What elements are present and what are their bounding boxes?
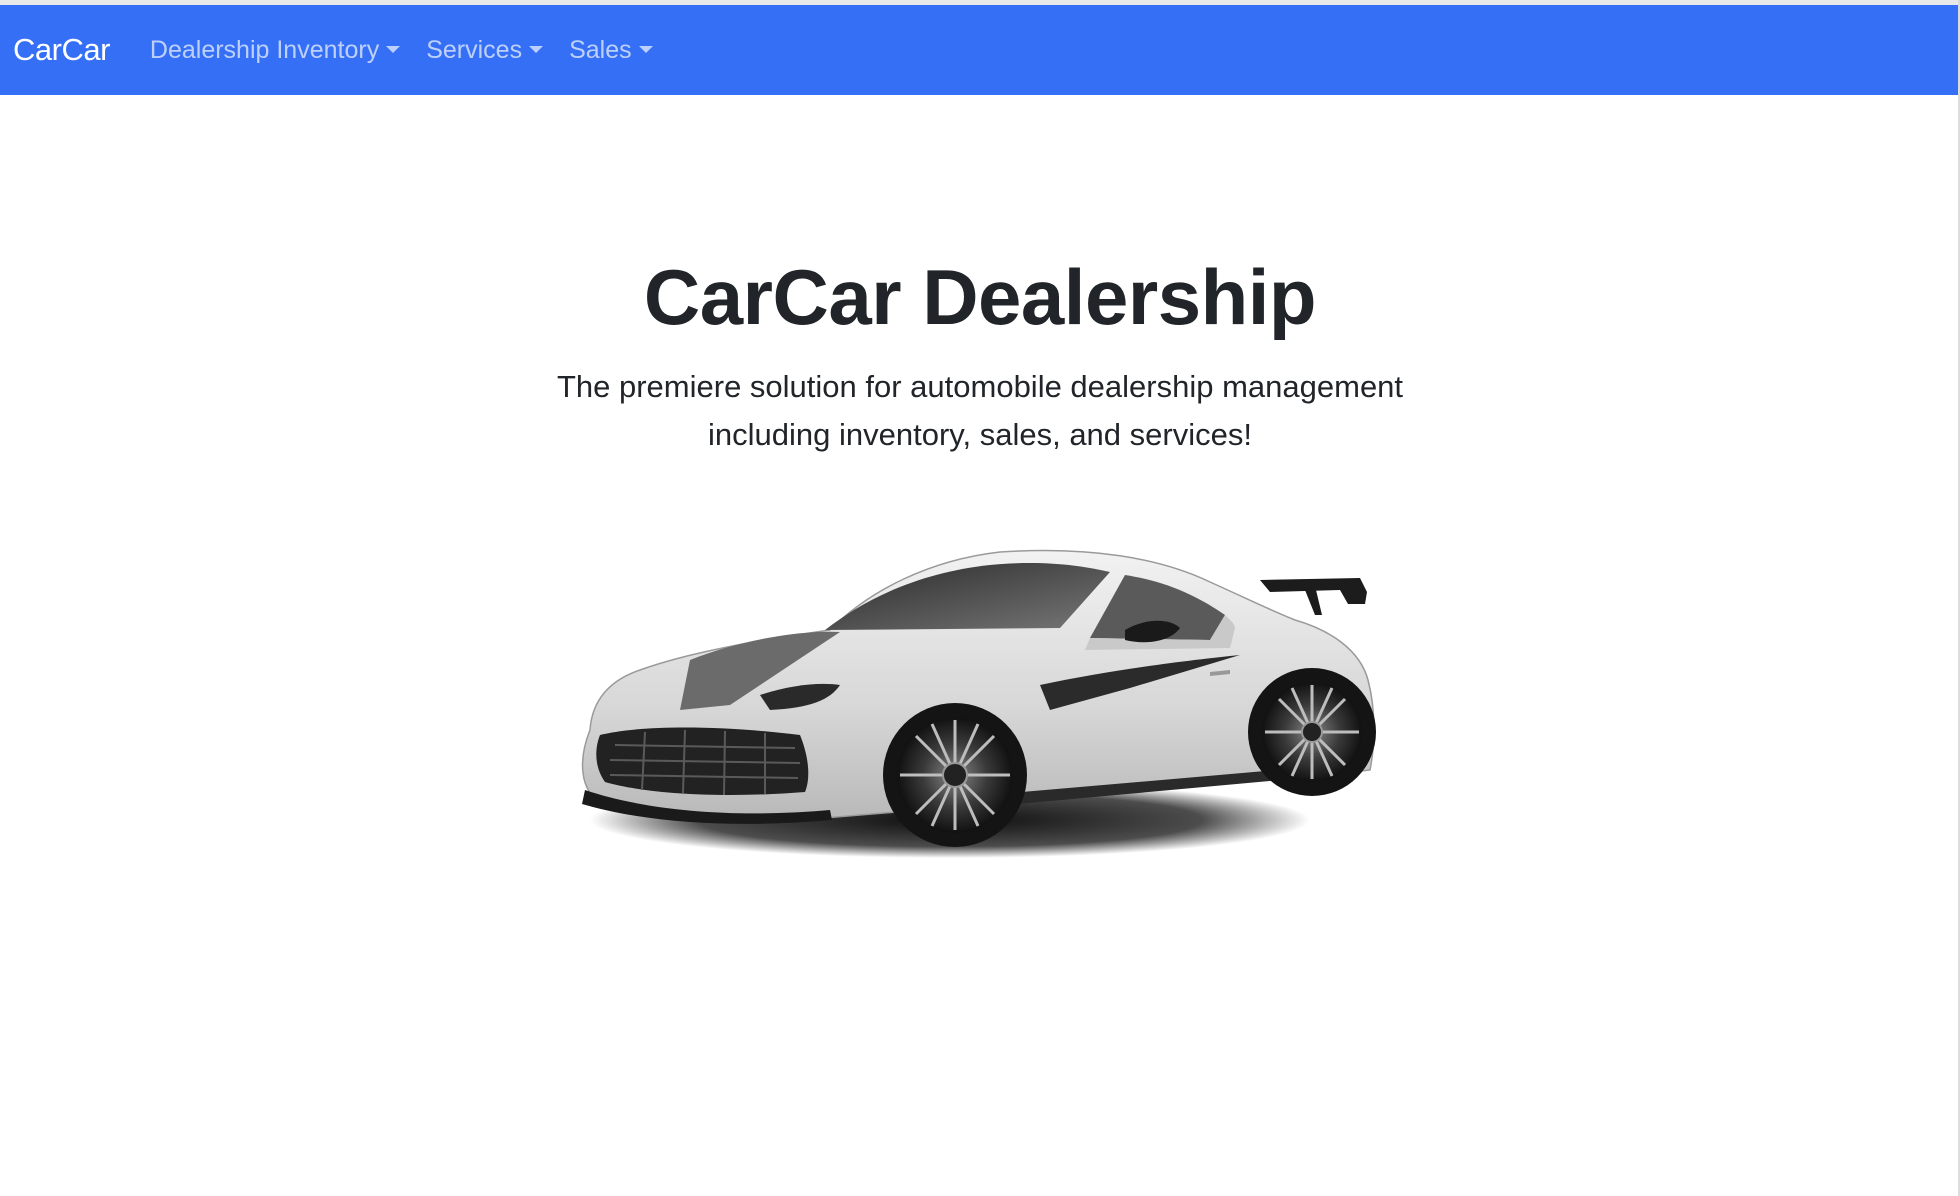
nav-dropdown-services[interactable]: Services (413, 36, 556, 65)
hero-lead-text: The premiere solution for automobile dea… (556, 368, 1404, 452)
caret-down-icon (638, 45, 653, 53)
navbar: CarCar Dealership Inventory Services Sal… (0, 5, 1958, 95)
nav-items: Dealership Inventory Services Sales (137, 36, 666, 65)
nav-label: Dealership Inventory (149, 35, 380, 64)
page-title: CarCar Dealership (643, 253, 1317, 341)
nav-dropdown-dealership-inventory[interactable]: Dealership Inventory (137, 36, 413, 65)
sports-car-image (570, 520, 1380, 870)
brand-link[interactable]: CarCar (13, 32, 110, 68)
caret-down-icon (529, 45, 544, 53)
hero-section: CarCar Dealership The premiere solution … (0, 95, 1960, 459)
nav-label: Sales (569, 35, 632, 64)
nav-dropdown-sales[interactable]: Sales (556, 36, 666, 65)
caret-down-icon (386, 45, 401, 53)
nav-label: Services (426, 35, 523, 64)
